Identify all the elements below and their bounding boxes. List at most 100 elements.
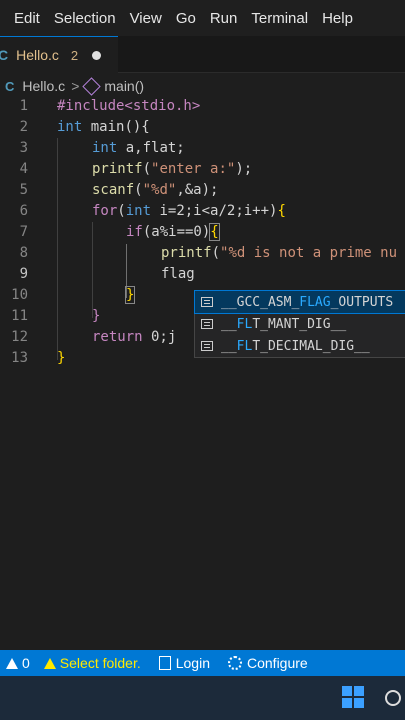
gear-icon [228, 656, 242, 670]
line-number: 1 [19, 98, 28, 114]
code-token: return [92, 329, 143, 345]
menu-bar: Edit Selection View Go Run Terminal Help [0, 0, 405, 36]
tab-hello-c[interactable]: C Hello.c 2 [0, 36, 118, 73]
suggestion-match: FL [236, 338, 253, 354]
code-token: 0;j [142, 329, 177, 345]
code-token: ( [211, 245, 221, 261]
code-token: (a%i==0) [142, 224, 211, 240]
method-cube-icon [82, 76, 102, 96]
menu-view[interactable]: View [124, 10, 168, 27]
code-line: 3 int a,flat; [0, 138, 405, 159]
menu-edit[interactable]: Edit [8, 10, 46, 27]
search-icon[interactable] [385, 690, 401, 706]
code-token: } [57, 350, 66, 366]
code-token: a,flat; [117, 140, 185, 156]
select-folder-status[interactable]: Select folder. [43, 655, 141, 671]
code-text: } [124, 285, 136, 306]
code-token: ( [117, 203, 126, 219]
code-editor[interactable]: 1 #include<stdio.h> 2 int main(){ 3 int … [0, 96, 405, 646]
code-line: 8 printf("%d is not a prime nu [0, 243, 405, 264]
code-line: 4 printf("enter a:"); [0, 159, 405, 180]
code-line: 1 #include<stdio.h> [0, 96, 405, 117]
suggestion-item[interactable]: __ FL T_MANT_DIG__ [195, 313, 405, 335]
breadcrumb: C Hello.c > main() [0, 74, 405, 98]
warning-icon [43, 657, 56, 669]
problems-count: 0 [22, 655, 30, 671]
code-line: 5 scanf("%d",&a); [0, 180, 405, 201]
line-number: 11 [11, 308, 28, 324]
code-token: int [57, 119, 83, 135]
problems-status[interactable]: 0 [6, 655, 30, 671]
code-token: int [125, 203, 152, 219]
suggestion-suffix: T_DECIMAL_DIG__ [252, 338, 370, 354]
c-file-icon: C [0, 47, 9, 63]
line-number: 13 [11, 350, 28, 366]
chevron-right-icon: > [71, 78, 80, 94]
menu-go[interactable]: Go [170, 10, 202, 27]
tab-bar: C Hello.c 2 [0, 36, 405, 73]
code-text: return 0;j [92, 327, 176, 348]
suggestion-match: FL [236, 316, 253, 332]
line-number: 10 [11, 287, 28, 303]
code-text: } [57, 348, 65, 369]
code-text: if(a%i==0){ [126, 222, 220, 243]
suggestion-match: FLAG [299, 294, 331, 310]
menu-run[interactable]: Run [204, 10, 244, 27]
line-number: 8 [19, 245, 28, 261]
code-token: i=2;i<a/2;i++) [151, 203, 278, 219]
problem-count-badge: 2 [70, 47, 79, 63]
breadcrumb-symbol[interactable]: main() [104, 78, 144, 94]
suggestion-item[interactable]: __GCC_ASM_ FLAG _OUTPUTS [194, 290, 405, 314]
code-text: int a,flat; [92, 138, 185, 159]
code-token: ); [235, 161, 253, 177]
line-number: 4 [19, 161, 28, 177]
login-icon [158, 656, 171, 670]
code-token: "%d" [142, 182, 177, 198]
line-number: 9 [19, 266, 28, 282]
line-number: 6 [19, 203, 28, 219]
line-number: 5 [19, 182, 28, 198]
code-token: flag [161, 266, 195, 282]
code-token: printf [92, 161, 143, 177]
code-text: printf("%d is not a prime nu [161, 243, 397, 264]
code-token: ,&a); [176, 182, 219, 198]
configure-status[interactable]: Configure [228, 655, 308, 671]
code-line: 7 if(a%i==0){ [0, 222, 405, 243]
suggestion-suffix: T_MANT_DIG__ [252, 316, 347, 332]
code-line: 2 int main(){ [0, 117, 405, 138]
code-text: scanf("%d",&a); [92, 180, 218, 201]
code-line: 9 flag [0, 264, 405, 285]
constant-icon [201, 297, 213, 307]
code-token: #include<stdio.h> [57, 98, 201, 114]
code-token: { [277, 203, 286, 219]
c-file-icon: C [5, 78, 15, 94]
constant-icon [201, 341, 213, 351]
code-token: if [126, 224, 143, 240]
code-line: 6 for(int i=2;i<a/2;i++){ [0, 201, 405, 222]
line-number: 7 [19, 224, 28, 240]
code-text: flag [161, 264, 195, 285]
menu-help[interactable]: Help [316, 10, 359, 27]
status-bar: 0 Select folder. Login Configure [0, 650, 405, 676]
menu-selection[interactable]: Selection [48, 10, 122, 27]
breadcrumb-file[interactable]: Hello.c [22, 78, 65, 94]
code-token: } [92, 308, 101, 324]
windows-start-icon[interactable] [342, 686, 364, 708]
code-text: printf("enter a:"); [92, 159, 252, 180]
suggestion-item[interactable]: __ FL T_DECIMAL_DIG__ [195, 335, 405, 357]
code-token: for [92, 203, 118, 219]
code-token: "enter a:" [151, 161, 236, 177]
select-folder-label: Select folder. [59, 655, 141, 671]
menu-terminal[interactable]: Terminal [245, 10, 314, 27]
code-token: printf [161, 245, 212, 261]
code-token: scanf [92, 182, 135, 198]
suggestion-prefix: __ [221, 316, 237, 332]
line-number: 12 [11, 329, 28, 345]
code-token: ( [142, 161, 152, 177]
autocomplete-widget: __GCC_ASM_ FLAG _OUTPUTS __ FL T_MANT_DIG__ … [194, 290, 405, 358]
suggestion-prefix: __GCC_ASM_ [221, 294, 300, 310]
login-status[interactable]: Login [158, 655, 210, 671]
suggestion-suffix: _OUTPUTS [330, 294, 394, 310]
code-token: } [124, 286, 136, 304]
unsaved-dot-icon[interactable] [92, 50, 102, 60]
